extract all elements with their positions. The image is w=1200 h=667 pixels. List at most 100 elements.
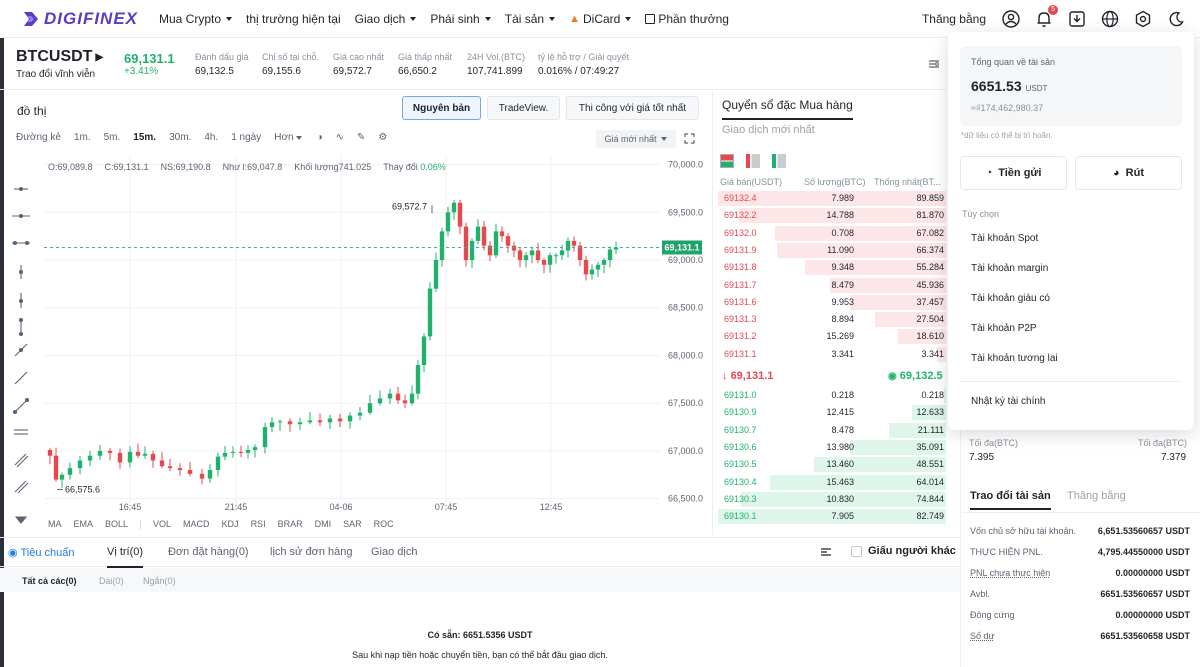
tool-hline-icon[interactable]: [12, 213, 30, 219]
candle-body[interactable]: [481, 226, 487, 246]
tool-segment-icon[interactable]: [12, 397, 30, 415]
ind-ema[interactable]: EMA: [74, 519, 94, 529]
candle-body[interactable]: [357, 412, 363, 416]
chart-settings-icon[interactable]: ⚙: [378, 132, 387, 143]
nav-buy-crypto[interactable]: Mua Crypto: [159, 12, 233, 26]
candle-body[interactable]: [347, 415, 353, 422]
withdraw-button[interactable]: ◕ Rút: [1075, 156, 1182, 190]
candle-body[interactable]: [395, 393, 401, 401]
ind-roc[interactable]: ROC: [374, 519, 394, 529]
candle-body[interactable]: [541, 260, 547, 265]
candle-body[interactable]: [199, 473, 205, 479]
ind-sar[interactable]: SAR: [343, 519, 362, 529]
candle-body[interactable]: [409, 393, 415, 404]
candle-body[interactable]: [583, 260, 589, 275]
ind-rsi[interactable]: RSI: [251, 519, 266, 529]
candle-body[interactable]: [47, 449, 53, 456]
tool-more-icon[interactable]: [14, 516, 28, 524]
tab-asset-exchange[interactable]: Trao đổi tài sản: [970, 490, 1051, 510]
candle-body[interactable]: [187, 470, 193, 474]
brand-logo[interactable]: DIGIFINEX: [22, 9, 138, 29]
candle-body[interactable]: [421, 336, 427, 366]
tf-1d[interactable]: 1 ngày: [231, 132, 261, 143]
candle-body[interactable]: [142, 453, 148, 456]
candle-body[interactable]: [317, 420, 323, 423]
ind-brar[interactable]: BRAR: [278, 519, 303, 529]
ind-vol[interactable]: VOL: [153, 519, 171, 529]
candle-body[interactable]: [535, 250, 541, 261]
tab-positions[interactable]: Vị trí(0): [107, 546, 144, 568]
bid-row[interactable]: 69130.6 13.980 35.091: [718, 439, 946, 456]
candle-body[interactable]: [238, 451, 244, 453]
candle-body[interactable]: [167, 466, 173, 469]
view-original-button[interactable]: Nguyên bản: [402, 96, 481, 120]
tf-line[interactable]: Đường kẻ: [16, 132, 61, 143]
book-asks-icon[interactable]: [746, 154, 760, 168]
candle-body[interactable]: [499, 231, 505, 237]
candle-body[interactable]: [445, 212, 451, 232]
candle-body[interactable]: [601, 260, 607, 265]
candle-body[interactable]: [222, 452, 228, 457]
ind-macd[interactable]: MACD: [183, 519, 210, 529]
candle-body[interactable]: [307, 420, 313, 423]
candle-body[interactable]: [505, 236, 511, 246]
hide-others-toggle[interactable]: Giấu người khác: [851, 545, 956, 557]
bid-row[interactable]: 69130.5 13.460 48.551: [718, 456, 946, 473]
ind-ma[interactable]: MA: [48, 519, 62, 529]
candle-body[interactable]: [337, 418, 343, 422]
tool-crosshair-icon[interactable]: [14, 186, 28, 192]
candle-body[interactable]: [59, 474, 65, 480]
candle-body[interactable]: [252, 447, 258, 450]
nav-trade[interactable]: Giao dịch: [355, 12, 417, 26]
candlestick-chart[interactable]: 70,000.0 69,500.0 69,000.0 68,500.0 68,000.0…: [40, 155, 710, 535]
menu-margin-account[interactable]: Tài khoản margin: [971, 263, 1048, 274]
candle-body[interactable]: [493, 231, 499, 256]
ask-row[interactable]: 69131.1 3.341 3.341: [718, 346, 946, 363]
candle-body[interactable]: [53, 455, 59, 480]
candle-body[interactable]: [439, 231, 445, 261]
draw-pen-icon[interactable]: ✎: [357, 132, 365, 143]
tf-5m[interactable]: 5m.: [104, 132, 121, 143]
menu-spot-account[interactable]: Tài khoản Spot: [971, 233, 1038, 244]
candle-body[interactable]: [159, 460, 165, 467]
nav-rewards[interactable]: Phần thưởng: [645, 12, 729, 26]
view-tradeview-button[interactable]: TradeView.: [487, 96, 560, 120]
menu-futures-account[interactable]: Tài khoản tương lai: [971, 353, 1058, 364]
candle-body[interactable]: [269, 422, 275, 428]
subtab-all[interactable]: Tất cả các(0): [22, 576, 77, 586]
nav-markets[interactable]: thị trường hiện tại: [246, 12, 341, 26]
view-depth-button[interactable]: Thi công với giá tốt nhất: [566, 96, 699, 120]
indicator-icon[interactable]: ∿: [336, 132, 344, 143]
candle-body[interactable]: [327, 418, 333, 423]
candle-body[interactable]: [607, 249, 613, 261]
candle-body[interactable]: [571, 240, 577, 246]
candle-body[interactable]: [433, 260, 439, 289]
candle-body[interactable]: [177, 468, 183, 471]
candle-body[interactable]: [377, 398, 383, 404]
tf-more[interactable]: Hơn: [274, 132, 302, 143]
candle-body[interactable]: [230, 451, 236, 453]
symbol-selector[interactable]: BTCUSDT ▶: [16, 48, 103, 66]
ask-row[interactable]: 69131.6 9.953 37.457: [718, 294, 946, 311]
tab-balance[interactable]: Thăng bằng: [1067, 490, 1126, 502]
bid-row[interactable]: 69130.9 12.415 12.633: [718, 404, 946, 421]
tool-vsegment-icon[interactable]: [18, 317, 24, 337]
candle-body[interactable]: [451, 202, 457, 213]
candle-body[interactable]: [117, 452, 123, 463]
candle-body[interactable]: [87, 455, 93, 461]
user-icon[interactable]: [1001, 9, 1021, 29]
globe-icon[interactable]: [1100, 9, 1120, 29]
ask-row[interactable]: 69131.9 11.090 66.374: [718, 242, 946, 259]
tf-30m[interactable]: 30m.: [169, 132, 191, 143]
tf-15m[interactable]: 15m.: [133, 132, 156, 143]
ask-row[interactable]: 69131.2 15.269 18.610: [718, 328, 946, 345]
tab-orderbook[interactable]: Quyển sổ đặc Mua hàng: [722, 98, 853, 120]
tab-open-orders[interactable]: Đơn đặt hàng(0): [168, 546, 249, 558]
tf-4h[interactable]: 4h.: [204, 132, 218, 143]
menu-financial-log[interactable]: Nhật ký tài chính: [971, 396, 1045, 407]
candle-body[interactable]: [415, 365, 421, 394]
checkbox[interactable]: [851, 545, 862, 557]
tab-standard[interactable]: ◉ Tiêu chuẩn: [8, 546, 75, 559]
candle-body[interactable]: [469, 240, 475, 261]
subtab-short[interactable]: Ngắn(0): [143, 576, 176, 586]
